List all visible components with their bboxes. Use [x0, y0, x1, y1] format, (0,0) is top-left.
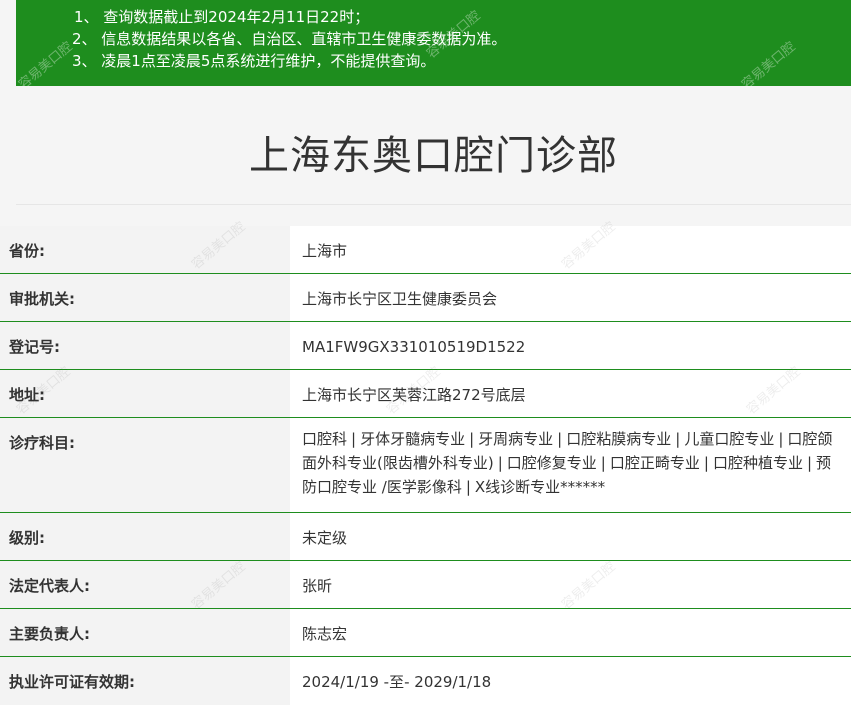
- page-title: 上海东奥口腔门诊部: [249, 133, 618, 179]
- province-value: 上海市: [290, 226, 851, 273]
- province-label: 省份:: [0, 226, 290, 273]
- info-row-level: 级别: 未定级: [0, 513, 851, 561]
- legal-value: 张昕: [290, 561, 851, 608]
- reg-value: MA1FW9GX331010519D1522: [290, 322, 851, 369]
- subjects-value: 口腔科 | 牙体牙髓病专业 | 牙周病专业 | 口腔粘膜病专业 | 儿童口腔专业 | 口腔颌面外科专…: [290, 418, 851, 512]
- authority-value: 上海市长宁区卫生健康委员会: [290, 274, 851, 321]
- principal-value: 陈志宏: [290, 609, 851, 656]
- info-row-authority: 审批机关: 上海市长宁区卫生健康委员会: [0, 274, 851, 322]
- info-row-reg: 登记号: MA1FW9GX331010519D1522: [0, 322, 851, 370]
- info-row-legal: 法定代表人: 张昕: [0, 561, 851, 609]
- subject-separator: |: [806, 454, 813, 472]
- info-table: 省份: 上海市 审批机关: 上海市长宁区卫生健康委员会 登记号: MA1FW9G…: [0, 226, 851, 705]
- subject-item: 牙周病专业: [478, 430, 554, 448]
- subject-separator: |: [351, 430, 357, 448]
- info-row-address: 地址: 上海市长宁区芙蓉江路272号底层: [0, 370, 851, 418]
- info-row-subjects: 诊疗科目: 口腔科 | 牙体牙髓病专业 | 牙周病专业 | 口腔粘膜病专业 | 儿童口腔专业 | 口…: [0, 418, 851, 513]
- address-value: 上海市长宁区芙蓉江路272号底层: [290, 370, 851, 417]
- subject-separator: |: [469, 430, 475, 448]
- authority-label: 审批机关:: [0, 274, 290, 321]
- subject-separator: |: [465, 478, 471, 496]
- address-label: 地址:: [0, 370, 290, 417]
- subjects-label: 诊疗科目:: [0, 418, 290, 512]
- notice-banner: 1、 查询数据截止到2024年2月11日22时； 2、 信息数据结果以各省、自治…: [16, 0, 851, 86]
- level-value: 未定级: [290, 513, 851, 560]
- level-label: 级别:: [0, 513, 290, 560]
- subject-item: 儿童口腔专业: [684, 430, 775, 448]
- subject-item: 口腔正畸专业: [609, 454, 700, 472]
- subject-item: 口腔种植专业: [712, 454, 803, 472]
- legal-label: 法定代表人:: [0, 561, 290, 608]
- principal-label: 主要负责人:: [0, 609, 290, 656]
- notice-line-3: 3、 凌晨1点至凌晨5点系统进行维护，不能提供查询。: [72, 52, 436, 70]
- info-row-principal: 主要负责人: 陈志宏: [0, 609, 851, 657]
- license-value: 2024/1/19 -至- 2029/1/18: [290, 657, 851, 705]
- info-row-province: 省份: 上海市: [0, 226, 851, 274]
- license-label: 执业许可证有效期:: [0, 657, 290, 705]
- subject-separator: |: [675, 430, 681, 448]
- subject-item: 牙体牙髓病专业: [360, 430, 466, 448]
- subject-separator: |: [778, 430, 784, 448]
- subject-item: 口腔修复专业: [506, 454, 597, 472]
- notice-line-1: 1、 查询数据截止到2024年2月11日22时；: [74, 8, 370, 26]
- subject-separator: |: [600, 454, 606, 472]
- subject-item: X线诊断专业******: [474, 478, 606, 496]
- subject-item: 口腔科: [302, 430, 348, 448]
- subject-item: 口腔粘膜病专业: [566, 430, 672, 448]
- info-row-license: 执业许可证有效期: 2024/1/19 -至- 2029/1/18: [0, 657, 851, 705]
- notice-line-2: 2、 信息数据结果以各省、自治区、直辖市卫生健康委数据为准。: [72, 30, 507, 48]
- subject-separator: |: [703, 454, 709, 472]
- subject-separator: |: [557, 430, 563, 448]
- subject-separator: |: [497, 454, 503, 472]
- reg-label: 登记号:: [0, 322, 290, 369]
- title-area: 上海东奥口腔门诊部: [16, 86, 851, 205]
